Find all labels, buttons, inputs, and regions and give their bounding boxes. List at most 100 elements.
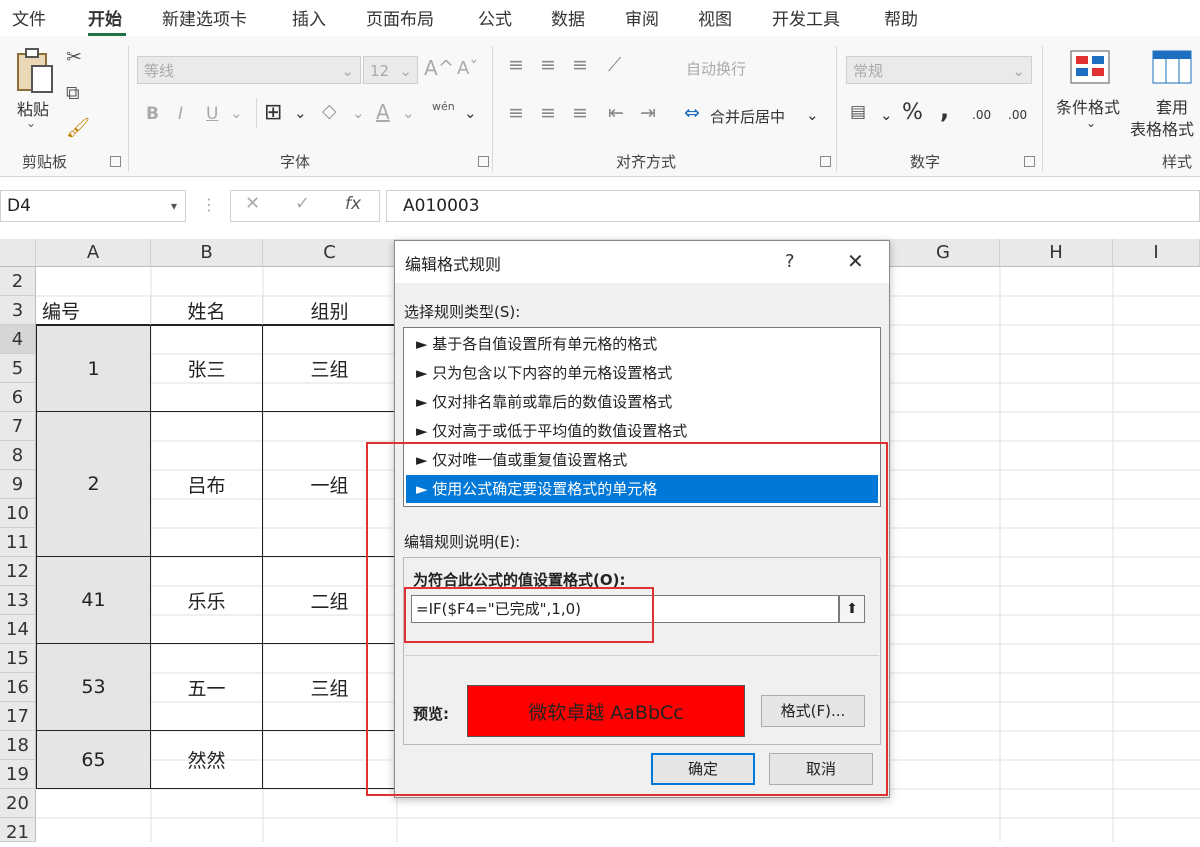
align-left-icon[interactable]: ≡: [508, 102, 524, 124]
chevron-down-icon[interactable]: ⌄: [464, 104, 477, 122]
underline-button[interactable]: U: [206, 104, 218, 124]
percent-button[interactable]: %: [902, 100, 923, 125]
tab-view[interactable]: 视图: [698, 5, 732, 30]
conditional-format-icon[interactable]: [1070, 50, 1112, 86]
close-icon[interactable]: ✕: [847, 249, 864, 273]
column-header-i[interactable]: I: [1113, 239, 1200, 267]
row-header[interactable]: 8: [0, 441, 36, 470]
align-bottom-icon[interactable]: ≡: [572, 54, 588, 76]
tab-file[interactable]: 文件: [12, 5, 46, 30]
tab-insert[interactable]: 插入: [292, 5, 326, 30]
row-header[interactable]: 4: [0, 325, 36, 354]
tab-data[interactable]: 数据: [551, 5, 585, 30]
table-cell-id[interactable]: 65: [36, 730, 151, 789]
increase-decimal-button[interactable]: .00: [972, 108, 991, 122]
merge-icon[interactable]: ⇔: [684, 102, 700, 124]
row-header[interactable]: 15: [0, 644, 36, 673]
tab-new[interactable]: 新建选项卡: [162, 5, 247, 30]
row-header[interactable]: 5: [0, 354, 36, 383]
decrease-font-icon[interactable]: Aˇ: [457, 58, 478, 79]
select-all-corner[interactable]: [0, 239, 36, 267]
row-header[interactable]: 20: [0, 789, 36, 818]
rule-type-item[interactable]: ► 仅对高于或低于平均值的数值设置格式: [406, 417, 878, 445]
column-header-b[interactable]: B: [151, 239, 263, 267]
tab-developer[interactable]: 开发工具: [772, 5, 840, 30]
orientation-icon[interactable]: ⟋: [608, 54, 621, 76]
header-cell-id[interactable]: 编号: [36, 296, 151, 325]
align-top-icon[interactable]: ≡: [508, 54, 524, 76]
chevron-down-icon[interactable]: ⌄: [806, 106, 819, 124]
table-format-icon[interactable]: [1152, 50, 1194, 86]
wrap-text-button[interactable]: 自动换行: [686, 58, 746, 79]
column-header-h[interactable]: H: [1000, 239, 1113, 267]
table-cell-id[interactable]: 53: [36, 643, 151, 731]
table-cell-id[interactable]: 41: [36, 556, 151, 644]
row-header[interactable]: 14: [0, 615, 36, 644]
rule-type-item[interactable]: ► 只为包含以下内容的单元格设置格式: [406, 359, 878, 387]
border-icon[interactable]: ⊞: [264, 100, 282, 125]
row-header[interactable]: 6: [0, 383, 36, 412]
row-header[interactable]: 13: [0, 586, 36, 615]
row-header[interactable]: 7: [0, 412, 36, 441]
row-header[interactable]: 21: [0, 818, 36, 843]
table-cell-group[interactable]: 三组: [262, 325, 397, 412]
name-box[interactable]: D4 ▾: [0, 190, 186, 222]
table-cell-name[interactable]: 然然: [150, 730, 263, 789]
font-name-select[interactable]: 等线 ⌄: [137, 56, 361, 84]
chevron-down-icon[interactable]: ⌄: [880, 106, 893, 124]
table-format-label-2[interactable]: 表格格式: [1130, 116, 1194, 140]
increase-indent-icon[interactable]: ⇥: [640, 102, 656, 124]
table-cell-id[interactable]: 1: [36, 325, 151, 412]
row-header[interactable]: 19: [0, 760, 36, 789]
row-header[interactable]: 10: [0, 499, 36, 528]
header-cell-group[interactable]: 组别: [263, 296, 397, 325]
column-header-g[interactable]: G: [887, 239, 1000, 267]
align-center-icon[interactable]: ≡: [540, 102, 556, 124]
help-icon[interactable]: ?: [785, 251, 795, 272]
table-cell-id[interactable]: 2: [36, 411, 151, 557]
phonetic-icon[interactable]: wén: [432, 100, 455, 113]
row-header[interactable]: 3: [0, 296, 36, 325]
row-header[interactable]: 9: [0, 470, 36, 499]
italic-button[interactable]: I: [178, 104, 183, 124]
font-size-select[interactable]: 12 ⌄: [363, 56, 418, 84]
chevron-down-icon[interactable]: ⌄: [352, 104, 365, 122]
table-cell-name[interactable]: 乐乐: [150, 556, 263, 644]
chevron-down-icon[interactable]: ⌄: [230, 104, 243, 122]
tab-home[interactable]: 开始: [88, 5, 122, 30]
alignment-launcher-icon[interactable]: [820, 156, 831, 167]
decrease-decimal-button[interactable]: .00: [1008, 108, 1027, 122]
formula-input[interactable]: A010003: [386, 190, 1200, 222]
cancel-icon[interactable]: ✕: [245, 193, 260, 214]
clipboard-launcher-icon[interactable]: [110, 156, 121, 167]
copy-icon[interactable]: ⧉: [66, 82, 80, 104]
cut-icon[interactable]: ✂: [66, 46, 82, 68]
tab-review[interactable]: 审阅: [625, 5, 659, 30]
chevron-down-icon[interactable]: ⌄: [26, 116, 36, 130]
format-painter-icon[interactable]: 🖌: [66, 116, 90, 139]
conditional-format-button[interactable]: 条件格式: [1056, 94, 1120, 118]
chevron-down-icon[interactable]: ⌄: [402, 104, 415, 122]
table-cell-name[interactable]: 五一: [150, 643, 263, 731]
number-launcher-icon[interactable]: [1024, 156, 1035, 167]
comma-button[interactable]: ,: [940, 96, 949, 124]
decrease-indent-icon[interactable]: ⇤: [608, 102, 624, 124]
number-format-select[interactable]: 常规 ⌄: [846, 56, 1032, 84]
increase-font-icon[interactable]: A^: [424, 56, 454, 80]
table-cell-name[interactable]: 张三: [150, 325, 263, 412]
row-header[interactable]: 16: [0, 673, 36, 702]
enter-icon[interactable]: ✓: [295, 193, 310, 214]
tab-page-layout[interactable]: 页面布局: [366, 5, 434, 30]
font-color-icon[interactable]: A: [376, 100, 390, 124]
align-middle-icon[interactable]: ≡: [540, 54, 556, 76]
row-header[interactable]: 12: [0, 557, 36, 586]
rule-type-item[interactable]: ► 基于各自值设置所有单元格的格式: [406, 330, 878, 358]
row-header[interactable]: 11: [0, 528, 36, 557]
tab-help[interactable]: 帮助: [884, 5, 918, 30]
chevron-down-icon[interactable]: ⌄: [294, 104, 307, 122]
font-launcher-icon[interactable]: [478, 156, 489, 167]
paste-button[interactable]: [14, 46, 60, 98]
tab-formulas[interactable]: 公式: [478, 5, 512, 30]
column-header-c[interactable]: C: [263, 239, 397, 267]
row-header[interactable]: 17: [0, 702, 36, 731]
